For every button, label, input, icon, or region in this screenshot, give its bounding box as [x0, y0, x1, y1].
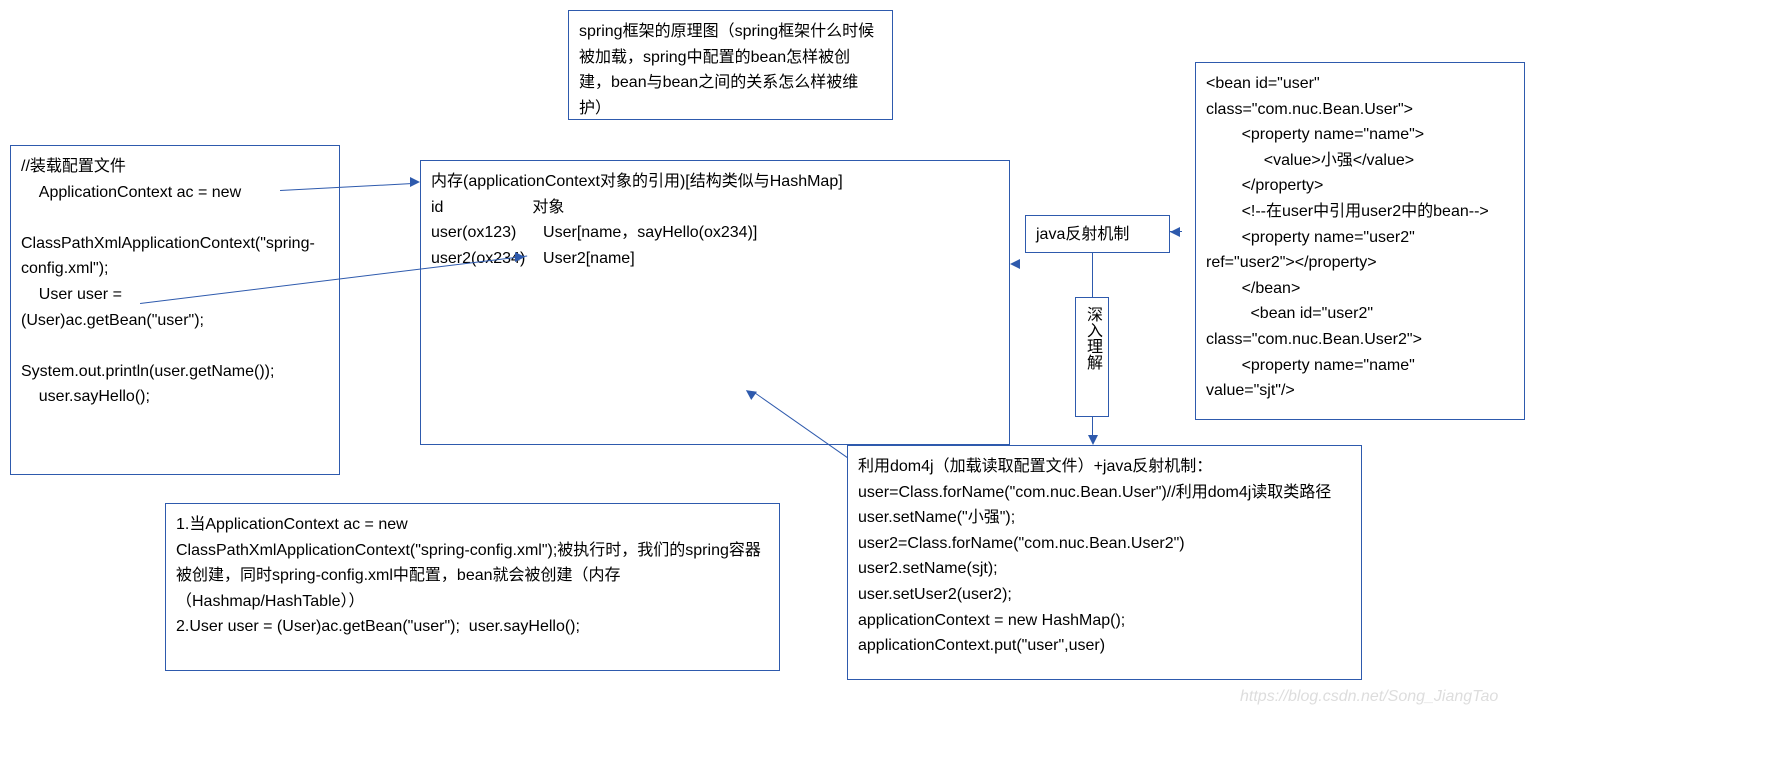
arrow-reflect-to-memory-head	[1010, 259, 1020, 269]
arrow-code-to-memory-1-head	[410, 177, 420, 187]
explain-box: 1.当ApplicationContext ac = new ClassPath…	[165, 503, 780, 671]
arrow-code-to-memory-2-head	[515, 252, 525, 262]
line-reflect-to-vertical	[1092, 253, 1093, 297]
xml-box: <bean id="user" class="com.nuc.Bean.User…	[1195, 62, 1525, 420]
watermark-text: https://blog.csdn.net/Song_JiangTao	[1240, 688, 1498, 706]
vertical-label-box: 深入理解	[1075, 297, 1109, 417]
title-box: spring框架的原理图（spring框架什么时候被加载，spring中配置的b…	[568, 10, 893, 120]
memory-box: 内存(applicationContext对象的引用)[结构类似与HashMap…	[420, 160, 1010, 445]
reflect-label-box: java反射机制	[1025, 215, 1170, 253]
dom4j-box: 利用dom4j（加载读取配置文件）+java反射机制： user=Class.f…	[847, 445, 1362, 680]
arrow-vertical-to-dom4j-head	[1088, 435, 1098, 445]
arrow-xml-to-reflect-head	[1170, 227, 1180, 237]
left-code-box: //装载配置文件 ApplicationContext ac = new Cla…	[10, 145, 340, 475]
